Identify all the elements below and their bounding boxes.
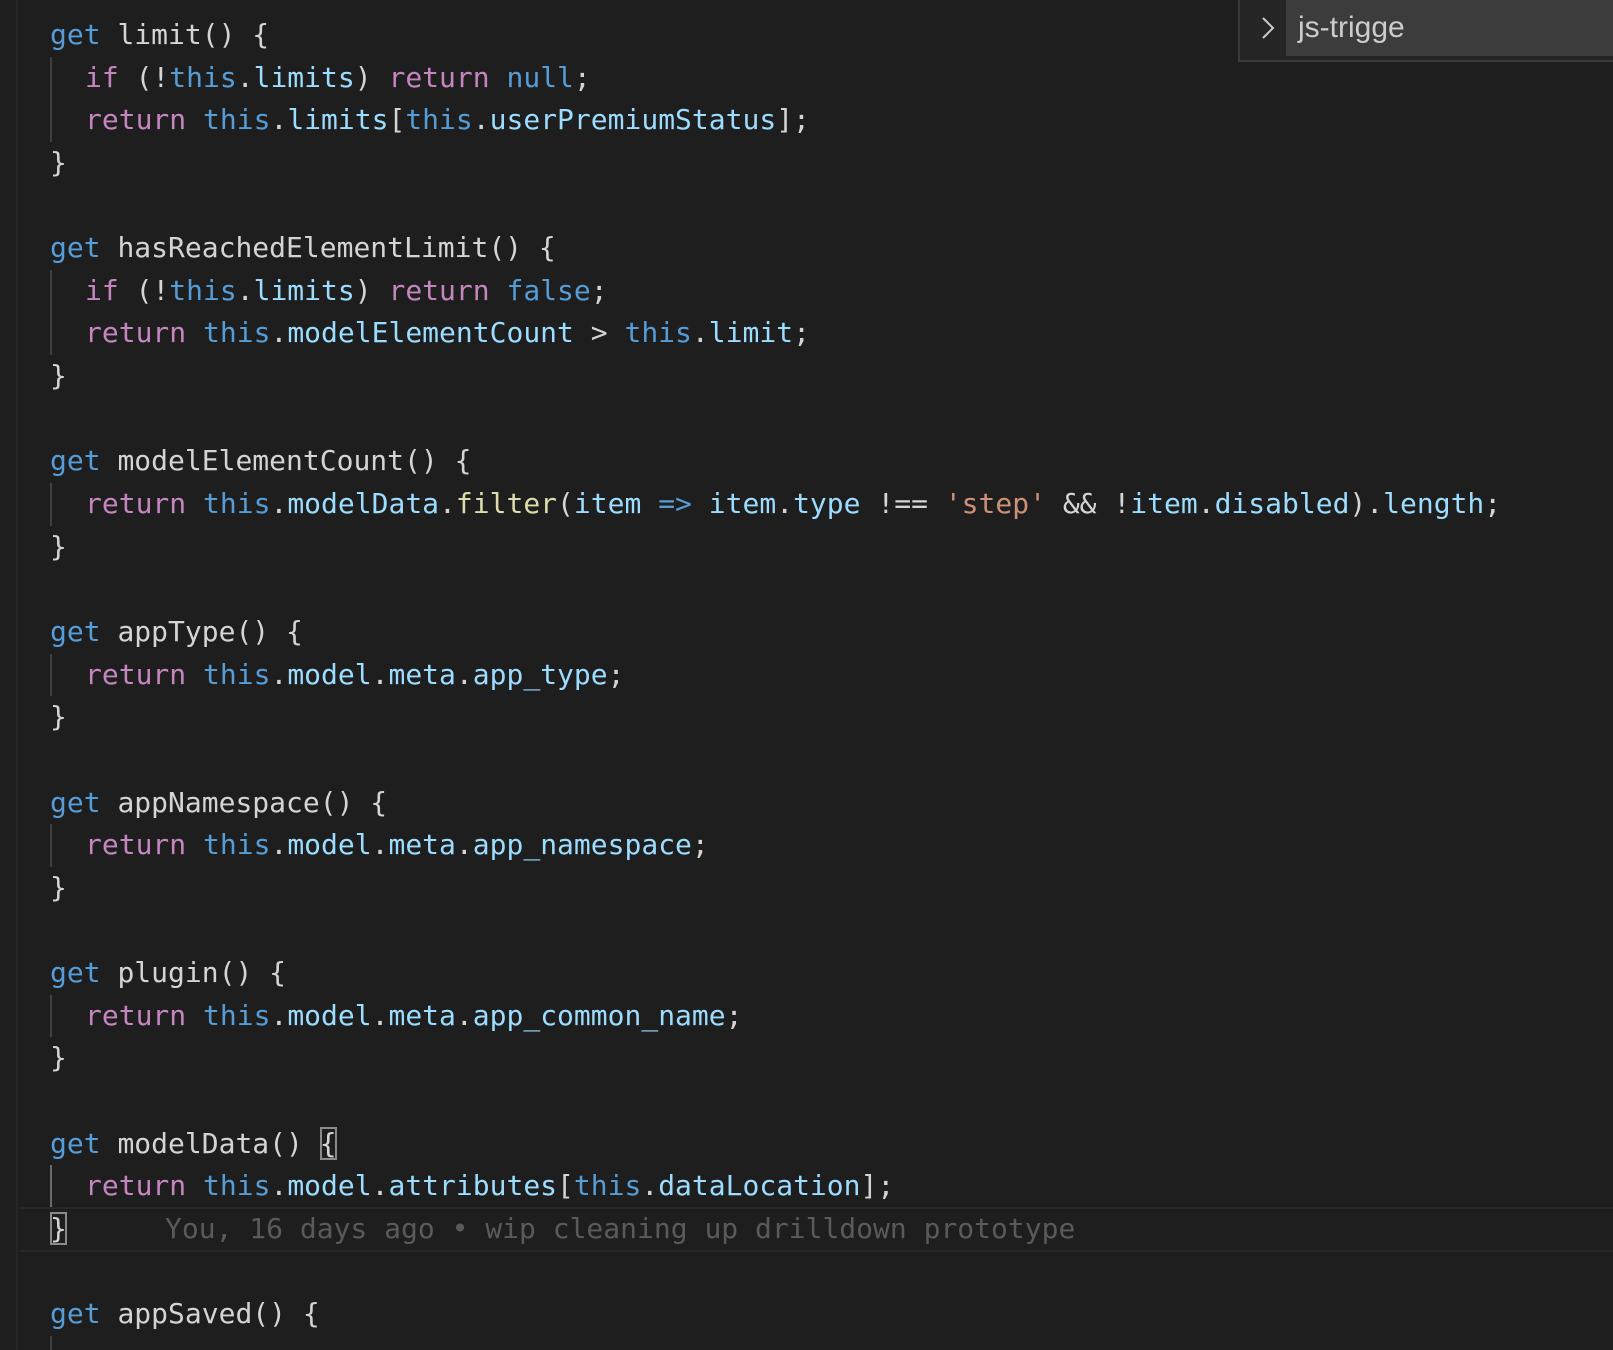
indent-guide: [50, 1335, 52, 1350]
indent-guide: [50, 99, 52, 142]
code-line[interactable]: get appSaved() {: [50, 1293, 1590, 1336]
code-line[interactable]: get hasReachedElementLimit() {: [50, 227, 1590, 270]
code-line[interactable]: if (!this.limits) return false;: [50, 269, 1590, 313]
git-blame-annotation: You, 16 days ago • wip cleaning up drill…: [165, 1211, 1076, 1245]
breadcrumb-item[interactable]: js-trigge: [1286, 0, 1613, 56]
code-area[interactable]: get limit() { if (!this.limits) return n…: [20, 14, 1613, 1350]
getter-name: modelElementCount: [117, 444, 405, 478]
indent-guide: [50, 483, 52, 526]
indent-guide: [50, 994, 52, 1038]
code-line[interactable]: }: [50, 142, 1590, 185]
code-line[interactable]: get plugin() {: [50, 952, 1590, 995]
code-line[interactable]: return this.modelData.filter(item => ite…: [50, 483, 1590, 526]
indent-guide: [50, 824, 52, 867]
code-line[interactable]: [50, 1251, 1590, 1294]
getter-name: plugin: [117, 956, 219, 990]
code-line[interactable]: return this.model.meta.app_common_name;: [50, 994, 1590, 1038]
code-line[interactable]: }: [50, 355, 1590, 398]
code-line[interactable]: [50, 739, 1590, 782]
editor-gutter-edge: [16, 0, 18, 1350]
code-line[interactable]: }: [50, 867, 1590, 910]
code-line[interactable]: return this.limits[this.userPremiumStatu…: [50, 99, 1590, 142]
code-line[interactable]: return this.modelElementCount > this.lim…: [50, 312, 1590, 356]
code-line[interactable]: get modelElementCount() {: [50, 440, 1590, 483]
code-line[interactable]: get modelData() {: [50, 1123, 1590, 1166]
code-line[interactable]: [50, 1080, 1590, 1123]
indent-guide: [50, 269, 52, 313]
code-line[interactable]: }: [50, 526, 1590, 569]
indent-guide: [50, 653, 52, 697]
indent-guide: [50, 312, 52, 356]
bracket-match-open: {: [319, 1126, 337, 1160]
code-line-current[interactable]: } You, 16 days ago • wip cleaning up dril…: [20, 1206, 1613, 1252]
getter-name: appSaved: [117, 1297, 253, 1331]
code-line[interactable]: get appNamespace() {: [50, 782, 1590, 825]
code-line[interactable]: return this.model.attributes[this.dataLo…: [50, 1165, 1590, 1208]
code-line[interactable]: }: [50, 1037, 1590, 1080]
getter-keyword: get: [50, 18, 101, 51]
code-line[interactable]: if (!this.limits) return null;: [50, 56, 1590, 100]
indent-guide: [50, 56, 52, 100]
code-line[interactable]: [50, 1335, 1590, 1350]
getter-name: appType: [117, 614, 236, 648]
code-editor[interactable]: get limit() { if (!this.limits) return n…: [0, 0, 1613, 1350]
code-line[interactable]: [50, 185, 1590, 228]
getter-name: limit: [117, 18, 202, 51]
code-line[interactable]: [50, 568, 1590, 611]
code-line[interactable]: }: [50, 696, 1590, 739]
chevron-right-icon[interactable]: [1258, 10, 1278, 46]
code-line[interactable]: return this.model.meta.app_type;: [50, 653, 1590, 697]
getter-name: modelData: [117, 1126, 270, 1160]
indent-guide: [50, 1165, 52, 1208]
code-line[interactable]: return this.model.meta.app_namespace;: [50, 824, 1590, 867]
breadcrumb: js-trigge: [1238, 0, 1613, 62]
code-line[interactable]: get appType() {: [50, 611, 1590, 654]
getter-name: appNamespace: [117, 785, 320, 819]
code-line[interactable]: [50, 398, 1590, 441]
getter-name: hasReachedElementLimit: [117, 231, 489, 265]
bracket-match-close: }: [50, 1211, 67, 1245]
code-line[interactable]: [50, 909, 1590, 952]
